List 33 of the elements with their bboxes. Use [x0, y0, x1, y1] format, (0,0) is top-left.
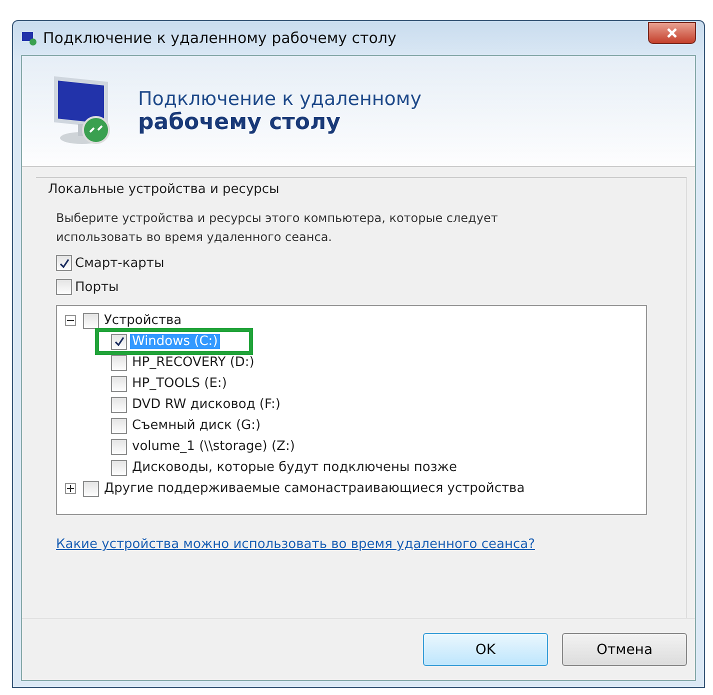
checkbox[interactable] — [111, 396, 127, 412]
tree-item[interactable]: HP_TOOLS (E:) — [130, 376, 229, 391]
description-text: Выберите устройства и ресурсы этого компьютера, которые следует использовать во время удаленного сеанса. — [56, 210, 499, 246]
tree-item[interactable]: Другие поддерживаемые самонастраивающиеся устройства — [102, 481, 527, 496]
tree-item[interactable]: Устройства — [102, 313, 184, 328]
close-button[interactable] — [648, 22, 696, 44]
checkbox[interactable] — [111, 438, 127, 454]
tree-item[interactable]: DVD RW дисковод (F:) — [130, 397, 282, 412]
checkbox[interactable] — [111, 354, 127, 370]
checkbox[interactable] — [111, 334, 127, 350]
header-title: рабочему столу — [138, 110, 342, 134]
tree-item[interactable]: Съемный диск (G:) — [130, 418, 263, 433]
window-title: Подключение к удаленному рабочему столу — [43, 29, 398, 47]
collapse-icon[interactable] — [65, 315, 76, 326]
checkbox[interactable] — [111, 418, 127, 434]
checkbox[interactable] — [56, 279, 72, 295]
checkbox[interactable] — [83, 312, 99, 328]
checkbox[interactable] — [111, 376, 127, 392]
cancel-button[interactable]: Отмена — [562, 633, 687, 666]
checkbox[interactable] — [111, 460, 127, 476]
checkbox[interactable] — [83, 480, 99, 496]
app-icon — [21, 30, 37, 46]
tree-item[interactable]: Дисководы, которые будут подключены позже — [130, 460, 459, 475]
tree-item[interactable]: volume_1 (\\storage) (Z:) — [130, 439, 297, 454]
expand-icon[interactable] — [65, 483, 76, 494]
checkbox-label[interactable]: Порты — [75, 280, 119, 294]
tree-item[interactable]: HP_RECOVERY (D:) — [130, 355, 256, 370]
checkbox[interactable] — [56, 255, 72, 271]
close-icon — [666, 27, 678, 39]
header-title: Подключение к удаленному — [138, 88, 422, 110]
help-link[interactable]: Какие устройства можно использовать во время удаленного сеанса? — [56, 537, 668, 552]
ok-button[interactable]: OK — [423, 633, 548, 666]
checkbox-label[interactable]: Смарт-карты — [75, 256, 164, 270]
